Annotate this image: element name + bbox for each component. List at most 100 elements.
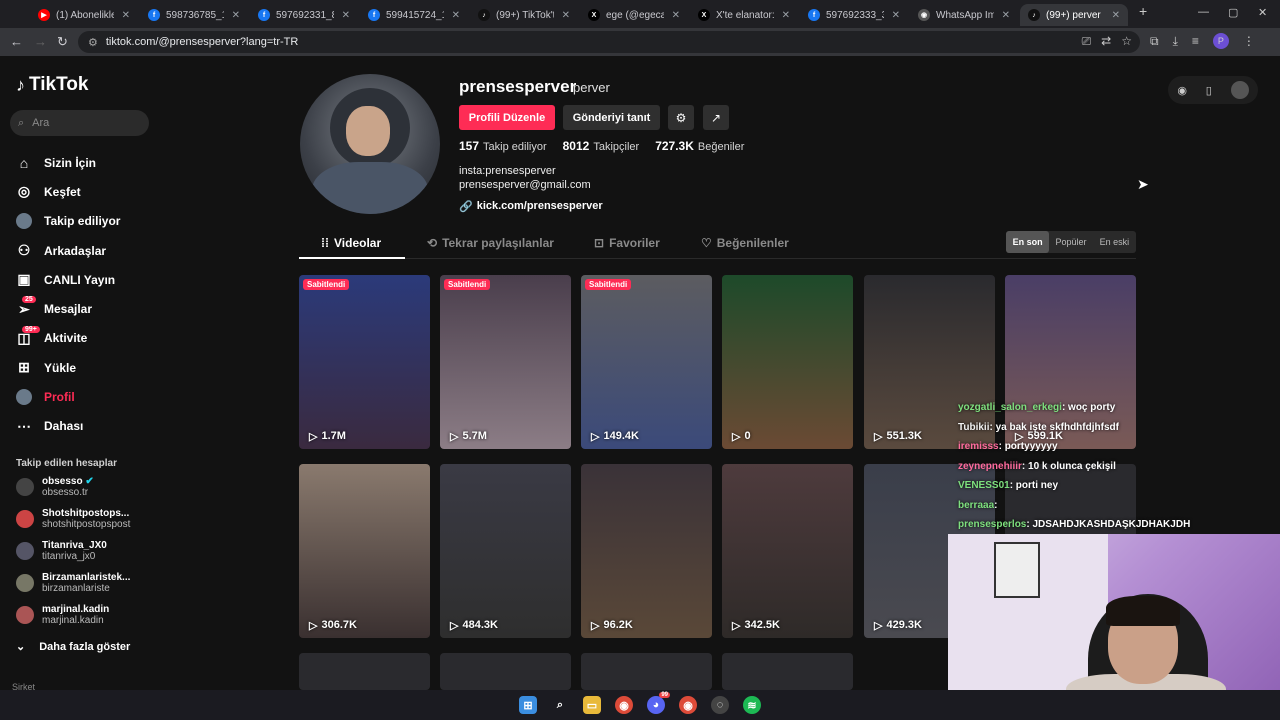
video-thumbnail[interactable]: ▷ 0 (722, 275, 853, 449)
notification-badge: 99+ (22, 325, 40, 333)
close-tab-icon[interactable]: ✕ (232, 10, 240, 21)
app-icon[interactable]: ◌ (711, 696, 729, 714)
browser-tab[interactable]: ♪ (99+) TikTok'ta 'so ✕ (470, 4, 578, 26)
close-tab-icon[interactable]: ✕ (782, 10, 790, 21)
sidebar-item[interactable]: ⊞ Yükle (16, 353, 120, 382)
browser-tab[interactable]: f 597692331_8927 ✕ (250, 4, 358, 26)
reload-icon[interactable]: ↻ (57, 34, 68, 50)
bookmark-star-icon[interactable]: ☆ (1121, 34, 1132, 49)
browser-tab[interactable]: ♪ (99+) perver (@pr ✕ (1020, 4, 1128, 26)
sidebar-item[interactable]: ➢ Mesajlar 25 (16, 294, 120, 323)
sidebar-item[interactable]: ⌂ Sizin İçin (16, 148, 120, 177)
minimize-icon[interactable]: — (1198, 6, 1209, 18)
sidebar-item[interactable]: ▣ CANLI Yayın (16, 265, 120, 294)
profile-link[interactable]: 🔗 kick.com/prensesperver (459, 200, 603, 213)
sidebar-item[interactable]: ● Profil (16, 382, 120, 411)
browser-tab[interactable]: f 598736785_1092 ✕ (140, 4, 248, 26)
forward-icon[interactable]: → (34, 34, 47, 49)
followers-stat[interactable]: 8012 Takipçiler (563, 139, 640, 153)
taskbar-search-icon[interactable]: ⌕ (551, 696, 569, 714)
address-bar[interactable]: ⚙ tiktok.com/@prensesperver?lang=tr-TR ⎚… (78, 31, 1140, 53)
tab-search-icon[interactable]: ≡ (1192, 34, 1199, 48)
video-thumbnail[interactable]: Sabitlendi ▷ 1.7M (299, 275, 430, 449)
tab-favorites[interactable]: ⊡ Favoriler (594, 236, 660, 250)
close-tab-icon[interactable]: ✕ (1112, 10, 1120, 21)
chrome-icon[interactable]: ◉ (615, 696, 633, 714)
following-stat[interactable]: 157 Takip ediliyor (459, 139, 547, 153)
browser-tab[interactable]: f 597692333_3290 ✕ (800, 4, 908, 26)
followed-account[interactable]: Titanriva_JX0 titanriva_jx0 (16, 540, 107, 562)
account-avatar (16, 606, 34, 624)
profile-avatar[interactable] (300, 74, 440, 214)
heart-icon: ♡ (701, 236, 712, 250)
mouse-cursor-icon: ➤ (1137, 176, 1149, 192)
promote-post-button[interactable]: Gönderiyi tanıt (563, 105, 660, 130)
browser-tab[interactable]: f 599415724_1194 ✕ (360, 4, 468, 26)
close-tab-icon[interactable]: ✕ (562, 10, 570, 21)
followed-account[interactable]: Birzamanlaristek... birzamanlariste (16, 572, 130, 594)
sort-option[interactable]: En son (1006, 231, 1050, 253)
search-input[interactable]: ⌕ Ara (10, 110, 149, 136)
tab-reposts[interactable]: ⟲ Tekrar paylaşılanlar (427, 236, 554, 250)
back-icon[interactable]: ← (10, 34, 23, 49)
video-thumbnail[interactable]: ▷ 342.5K (722, 464, 853, 638)
tiktok-logo[interactable]: ♪ TikTok (16, 74, 88, 96)
close-tab-icon[interactable]: ✕ (122, 10, 130, 21)
account-handle: birzamanlariste (42, 583, 110, 594)
sidebar-item[interactable]: ◫ Aktivite 99+ (16, 324, 120, 353)
tab-liked[interactable]: ♡ Beğenilenler (701, 236, 789, 250)
followed-account[interactable]: Shotshitpostops... shotshitpostopspost (16, 508, 130, 530)
download-icon[interactable]: ⤓ (1173, 34, 1178, 49)
sort-option[interactable]: Popüler (1049, 231, 1092, 253)
tab-videos[interactable]: ⁞⁞ Videolar (321, 236, 381, 250)
maximize-icon[interactable]: ▢ (1228, 6, 1238, 19)
sidebar-item[interactable]: ⚇ Arkadaşlar (16, 236, 120, 265)
close-tab-icon[interactable]: ✕ (672, 10, 680, 21)
video-thumbnail[interactable] (581, 653, 712, 690)
discord-icon[interactable]: ◕ 99 (647, 692, 670, 714)
browser-tab[interactable]: X X'te elanator: "Ni ✕ (690, 4, 798, 26)
close-tab-icon[interactable]: ✕ (342, 10, 350, 21)
sidebar-item[interactable]: ◎ Keşfet (16, 177, 120, 206)
new-tab-button[interactable]: + (1139, 3, 1147, 19)
followed-account[interactable]: marjinal.kadin marjinal.kadin (16, 604, 109, 626)
share-icon[interactable]: ↗ (703, 105, 729, 130)
browser-tab[interactable]: ◉ WhatsApp Image ✕ (910, 4, 1018, 26)
tab-title: X'te elanator: "Ni (716, 9, 774, 21)
video-thumbnail[interactable]: Sabitlendi ▷ 5.7M (440, 275, 571, 449)
close-tab-icon[interactable]: ✕ (1002, 10, 1010, 21)
browser-tab[interactable]: Xege (@egecanca ✕ (580, 4, 688, 26)
sidebar-item[interactable]: ● Takip ediliyor (16, 207, 120, 236)
device-icon[interactable]: ▯ (1206, 84, 1212, 97)
followed-account[interactable]: obsesso ✔ obsesso.tr (16, 476, 94, 498)
sort-option[interactable]: En eski (1093, 231, 1136, 253)
site-info-icon[interactable]: ⚙ (88, 36, 98, 49)
user-avatar-icon[interactable] (1230, 81, 1249, 99)
show-more-button[interactable]: ⌄ Daha fazla göster (16, 640, 130, 654)
file-explorer-icon[interactable]: ▭ (583, 696, 601, 714)
settings-gear-icon[interactable]: ⚙ (668, 105, 694, 130)
video-thumbnail[interactable] (722, 653, 853, 690)
video-thumbnail[interactable]: ▷ 484.3K (440, 464, 571, 638)
browser-tab[interactable]: ▶ (1) Abonelikler - Y ✕ (30, 4, 138, 26)
coin-icon[interactable]: ◉ (1177, 84, 1187, 97)
close-tab-icon[interactable]: ✕ (452, 10, 460, 21)
browser-menu-icon[interactable]: ⋮ (1243, 34, 1255, 48)
account-name: obsesso (42, 476, 83, 487)
close-window-icon[interactable]: ✕ (1258, 6, 1267, 19)
sidebar-item[interactable]: ⋯ Dahası (16, 412, 120, 441)
cast-icon[interactable]: ⎚ (1082, 34, 1092, 49)
extensions-icon[interactable]: ⧉ (1150, 34, 1159, 49)
spotify-icon[interactable]: ≋ (743, 696, 761, 714)
video-thumbnail[interactable] (299, 653, 430, 690)
video-thumbnail[interactable]: ▷ 96.2K (581, 464, 712, 638)
video-thumbnail[interactable]: Sabitlendi ▷ 149.4K (581, 275, 712, 449)
browser-profile-avatar[interactable]: P (1212, 33, 1229, 49)
video-thumbnail[interactable]: ▷ 306.7K (299, 464, 430, 638)
close-tab-icon[interactable]: ✕ (892, 10, 900, 21)
chrome-active-icon[interactable]: ◉ (679, 696, 697, 714)
edit-profile-button[interactable]: Profili Düzenle (459, 105, 555, 130)
start-button-icon[interactable]: ⊞ (519, 696, 537, 714)
video-thumbnail[interactable] (440, 653, 571, 690)
translate-icon[interactable]: ⇄ (1101, 34, 1111, 49)
